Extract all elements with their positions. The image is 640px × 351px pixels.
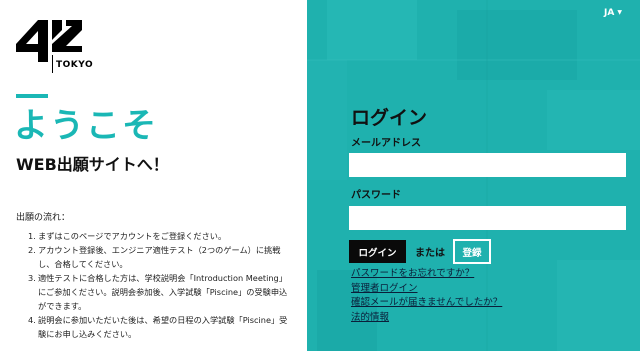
- language-label: JA: [604, 8, 615, 18]
- logo-tokyo-text: TOKYO: [56, 60, 94, 70]
- login-title: ログイン: [351, 107, 428, 129]
- step-text: アカウント登録後、エンジニア適性テスト（2つのゲーム）に挑戦し、合格してください…: [38, 245, 281, 269]
- auth-links: パスワードをお忘れですか？ 管理者ログイン 確認メールが届きませんでしたか？ 法…: [351, 267, 502, 325]
- resend-confirmation-link[interactable]: 確認メールが届きませんでしたか？: [351, 296, 502, 311]
- chevron-down-icon: ▼: [617, 9, 622, 16]
- list-item: 2. アカウント登録後、エンジニア適性テスト（2つのゲーム）に挑戦し、合格してくだ…: [28, 245, 281, 269]
- list-item: 3. 適性テストに合格した方は、学校説明会「Introduction Meetin…: [28, 273, 288, 311]
- step-text: 説明会に参加いただいた後は、希望の日程の入学試験「Piscine」受験にお申し込…: [38, 315, 288, 339]
- email-label: メールアドレス: [351, 138, 421, 149]
- application-steps-list: 1. まずはこのページでアカウントをご登録ください。 2. アカウント登録後、エンジ…: [28, 229, 290, 341]
- login-panel: JA ▼ ログイン メールアドレス パスワード ログイン または 登録 パスワード…: [307, 0, 640, 351]
- login-button[interactable]: ログイン: [349, 240, 406, 263]
- list-item: 4. 説明会に参加いただいた後は、希望の日程の入学試験「Piscine」受験にお申…: [28, 315, 288, 339]
- password-label: パスワード: [351, 190, 401, 201]
- language-selector[interactable]: JA ▼: [604, 8, 622, 18]
- welcome-subtitle: WEB出願サイトへ！: [16, 155, 169, 174]
- legal-info-link[interactable]: 法的情報: [351, 311, 502, 326]
- logo-42-mark: [16, 20, 82, 62]
- or-text: または: [415, 248, 445, 259]
- password-field[interactable]: [349, 206, 626, 230]
- admin-login-link[interactable]: 管理者ログイン: [351, 282, 502, 297]
- list-item: 1. まずはこのページでアカウントをご登録ください。: [28, 231, 227, 241]
- register-button[interactable]: 登録: [453, 239, 491, 264]
- welcome-heading: ようこそ: [14, 106, 158, 146]
- email-field[interactable]: [349, 153, 626, 177]
- step-text: 適性テストに合格した方は、学校説明会「Introduction Meeting」…: [38, 273, 288, 311]
- application-flow-title: 出願の流れ：: [16, 213, 71, 223]
- forgot-password-link[interactable]: パスワードをお忘れですか？: [351, 267, 502, 282]
- logo-divider: [52, 55, 53, 73]
- left-panel: TOKYO ようこそ WEB出願サイトへ！ 出願の流れ： 1. まずはこのページで…: [0, 0, 307, 351]
- step-text: まずはこのページでアカウントをご登録ください。: [38, 231, 227, 241]
